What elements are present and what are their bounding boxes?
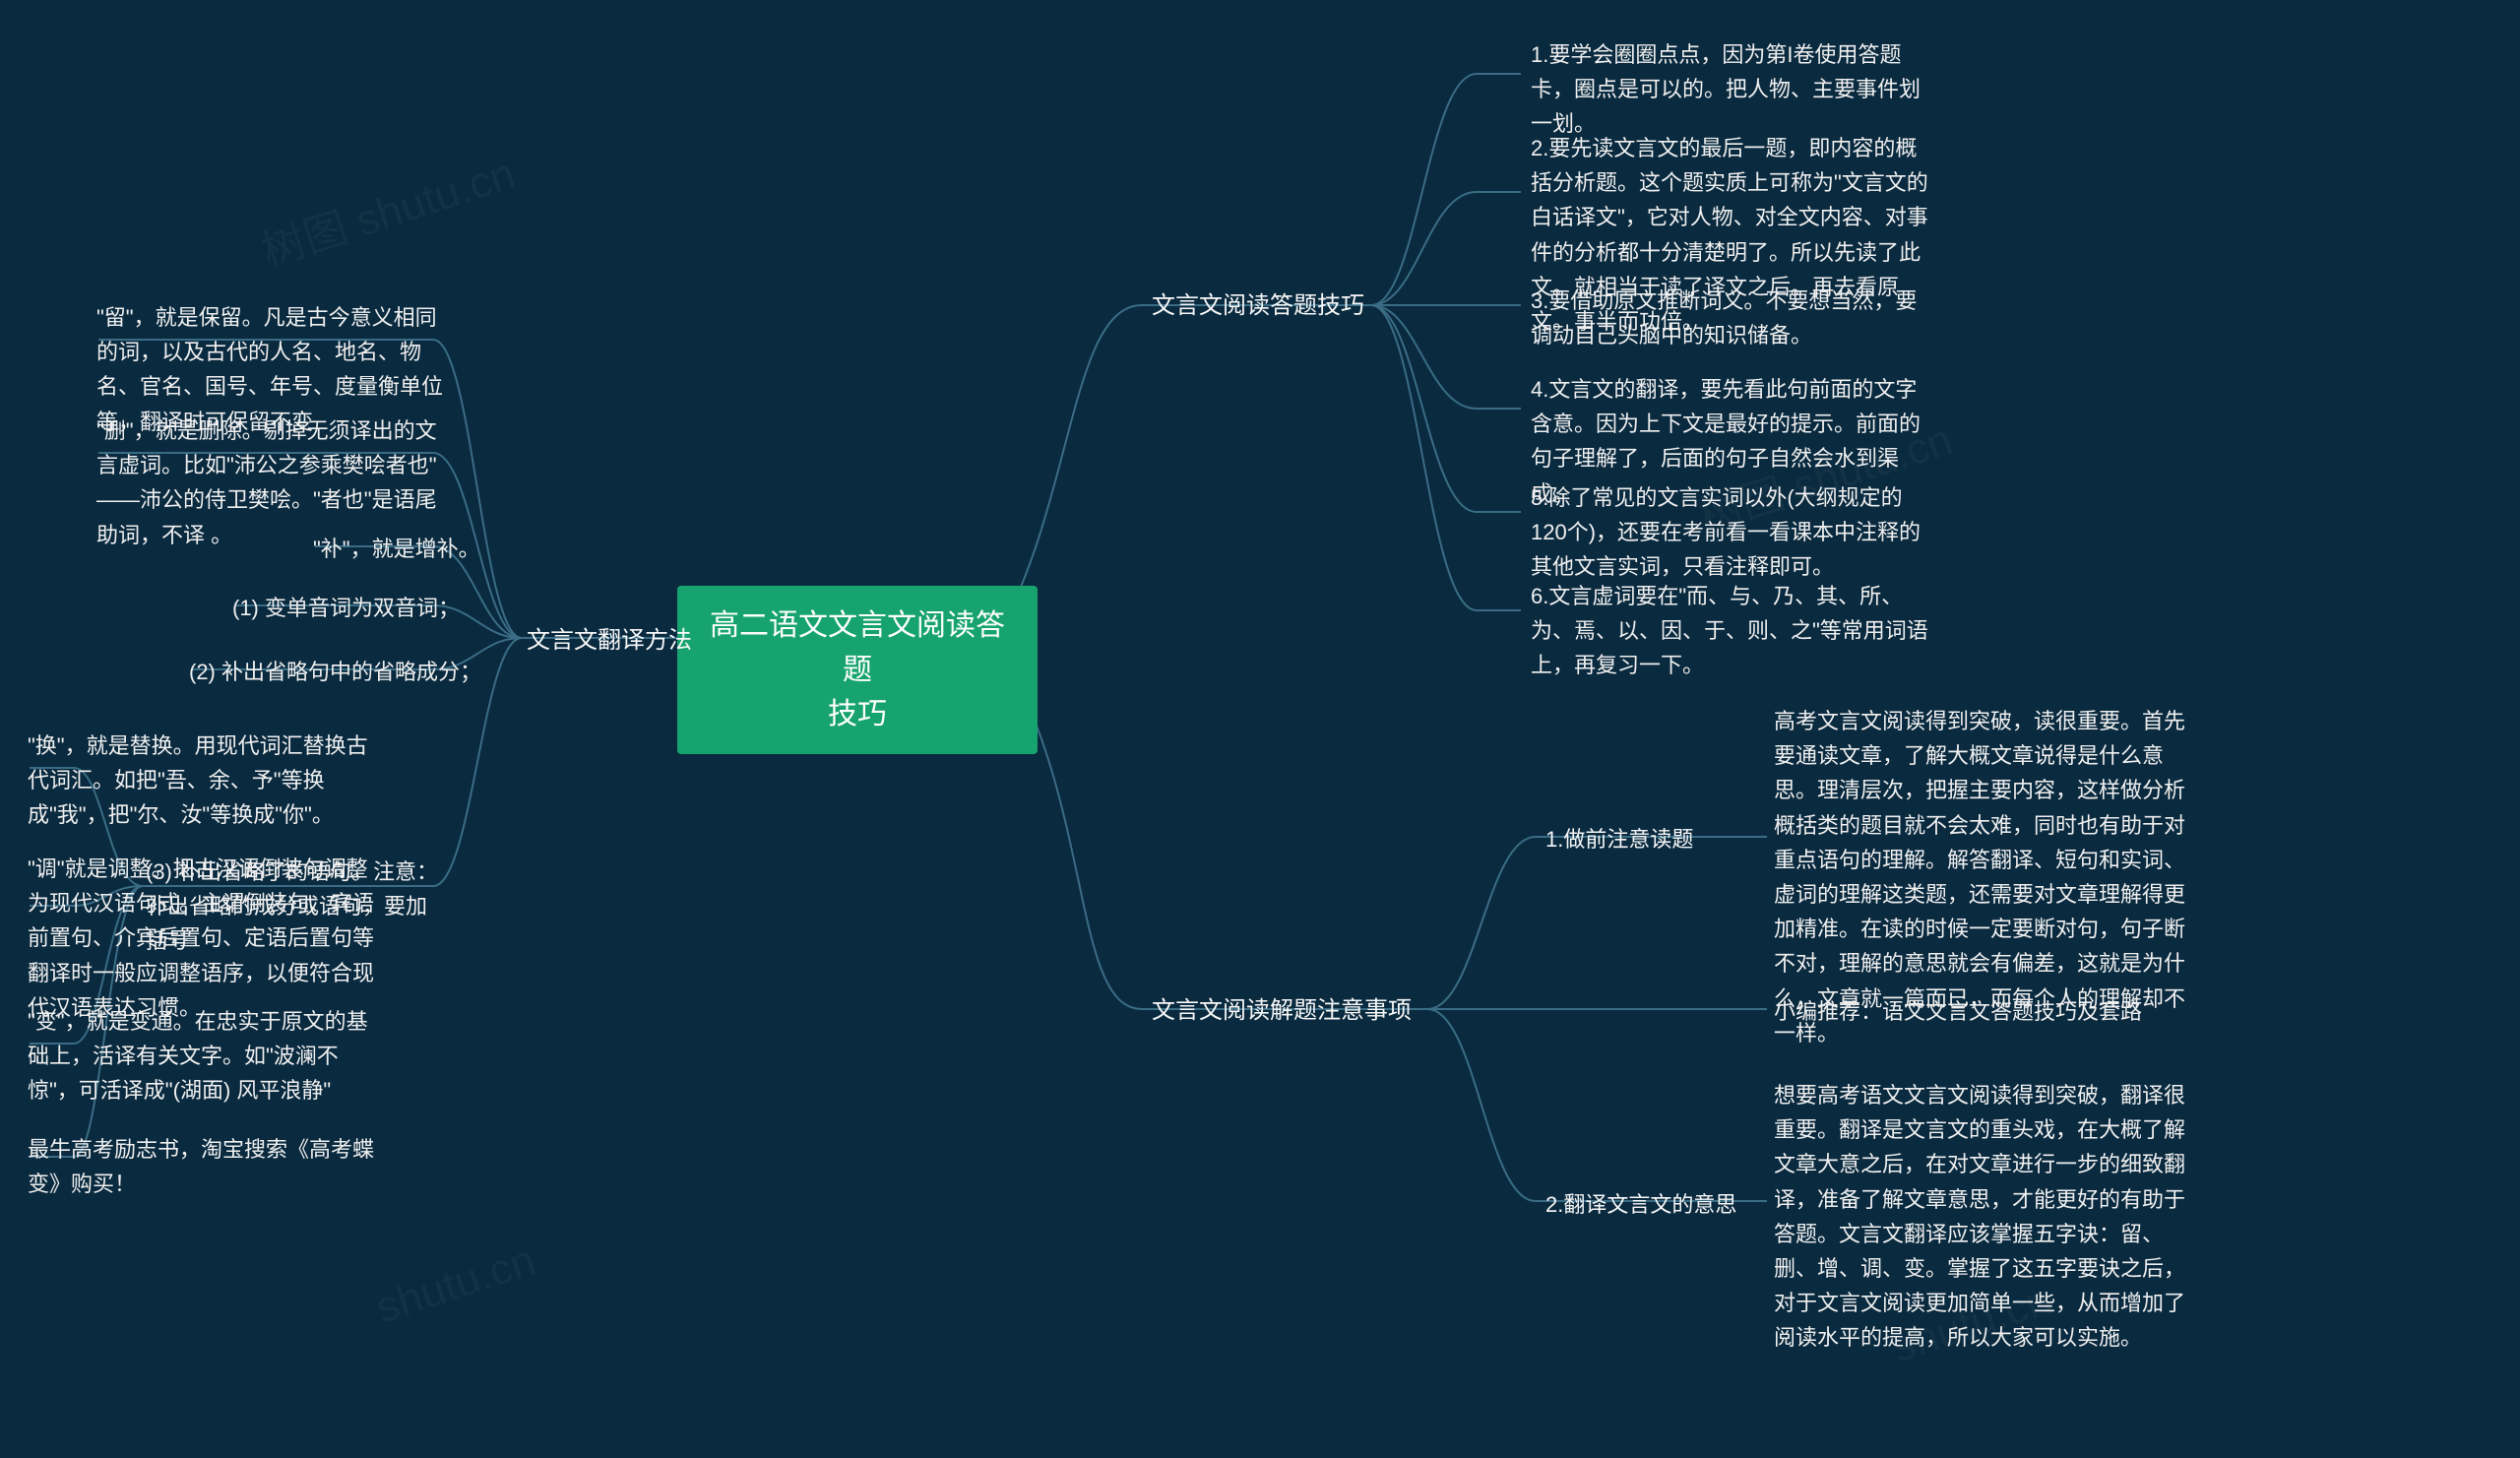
leaf-l-6-c1[interactable]: "换"，就是替换。用现代词汇替换古代词汇。如把"吾、余、予"等换成"我"，把"尔…: [28, 729, 382, 833]
leaf-r2-1-label[interactable]: 1.做前注意读题: [1545, 822, 1693, 856]
leaf-r1-3[interactable]: 3.要借助原文推断词义。不要想当然，要调动自己头脑中的知识储备。: [1531, 284, 1934, 352]
root-title-line2: 技巧: [828, 698, 887, 730]
root-title-line1: 高二语文文言文阅读答题: [710, 609, 1005, 686]
leaf-r1-1[interactable]: 1.要学会圈圈点点，因为第I卷使用答题卡，圈点是可以的。把人物、主要事件划一划。: [1531, 37, 1934, 142]
leaf-r2-2-text[interactable]: 小编推荐：语文文言文答题技巧及套路: [1774, 994, 2142, 1029]
leaf-r1-5[interactable]: 5.除了常见的文言实词以外(大纲规定的120个)，还要在考前看一看课本中注释的其…: [1531, 480, 1934, 585]
root-node[interactable]: 高二语文文言文阅读答题 技巧: [677, 586, 1038, 754]
leaf-l-4[interactable]: (1) 变单音词为双音词；: [232, 591, 460, 625]
leaf-l-5[interactable]: (2) 补出省略句中的省略成分；: [189, 655, 481, 689]
watermark: 树图 shutu.cn: [253, 138, 522, 279]
leaf-r2-3-text[interactable]: 想要高考语文文言文阅读得到突破，翻译很重要。翻译是文言文的重头戏，在大概了解文章…: [1774, 1078, 2197, 1356]
leaf-l-3[interactable]: "补"，就是增补。: [313, 532, 480, 566]
leaf-r1-6[interactable]: 6.文言虚词要在"而、与、乃、其、所、为、焉、以、因、于、则、之"等常用词语上，…: [1531, 579, 1934, 683]
leaf-r2-3-label[interactable]: 2.翻译文言文的意思: [1545, 1187, 1736, 1222]
leaf-l-6-c3[interactable]: "变"，就是变通。在忠实于原文的基础上，活译有关文字。如"波澜不惊"，可活译成"…: [28, 1004, 382, 1109]
leaf-l-6-c4[interactable]: 最牛高考励志书，淘宝搜索《高考蝶变》购买！: [28, 1132, 382, 1201]
mindmap-canvas: 树图 shutu.cn 树图 shutu.cn shutu.cn shutu.c…: [0, 0, 2520, 1458]
watermark: shutu.cn: [370, 1236, 541, 1334]
branch-left-1[interactable]: 文言文翻译方法: [527, 622, 692, 660]
leaf-l-6-c2[interactable]: "调"就是调整。把古汉语倒装句调整为现代汉语句式。主谓倒装句、宾语前置句、介宾后…: [28, 852, 382, 1025]
branch-right-2[interactable]: 文言文阅读解题注意事项: [1152, 992, 1412, 1030]
branch-right-1[interactable]: 文言文阅读答题技巧: [1152, 287, 1364, 325]
